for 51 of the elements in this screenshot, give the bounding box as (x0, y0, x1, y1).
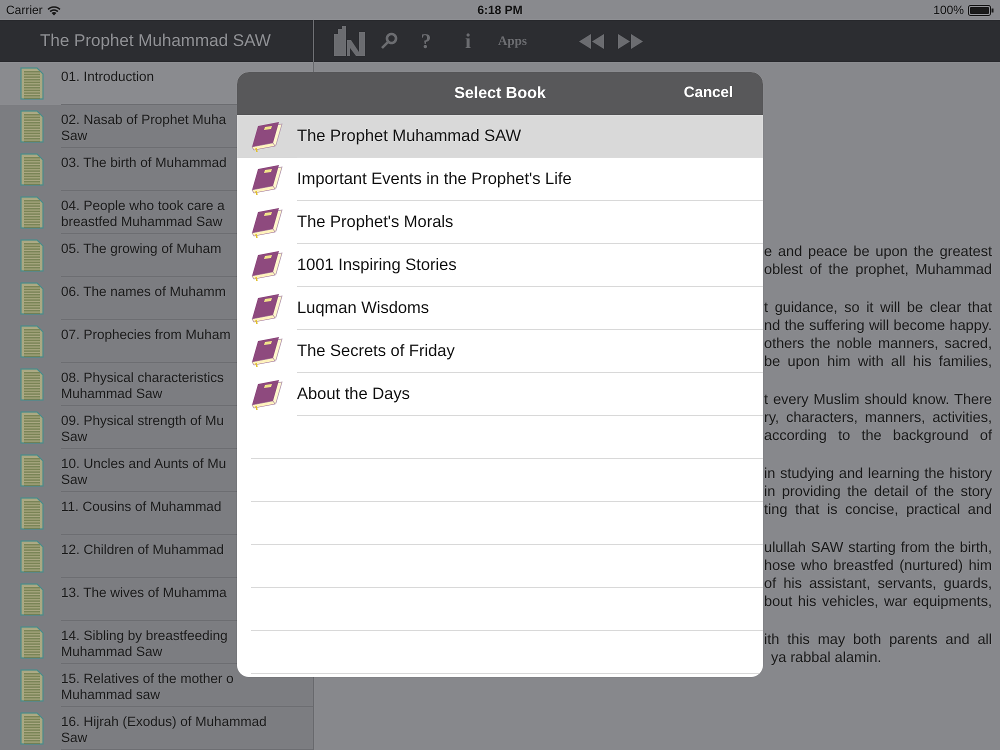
article-paragraph: t guidance, so it will be clear that nd the suffering will become happy. others the noble manners, sacred, be upon him with all his families, (764, 298, 992, 372)
fast-forward-button[interactable] (618, 34, 643, 48)
document-icon (20, 153, 44, 186)
cancel-button[interactable]: Cancel (684, 84, 733, 101)
library-button[interactable] (334, 26, 366, 56)
search-button[interactable] (380, 32, 398, 50)
document-icon (20, 540, 44, 573)
document-icon (20, 67, 44, 100)
article-paragraph: t every Muslim should know. There ry, characters, manners, activities, according to the background of (764, 390, 992, 446)
book-icon (251, 380, 283, 410)
document-icon (20, 196, 44, 229)
rewind-button[interactable] (578, 34, 604, 48)
book-item[interactable]: The Prophet Muhammad SAW (237, 115, 763, 158)
document-icon (20, 712, 44, 745)
document-icon (20, 497, 44, 530)
carrier-label: Carrier (6, 3, 43, 17)
document-icon (20, 411, 44, 444)
fast-forward-icon (618, 34, 643, 48)
buildings-icon (334, 26, 366, 56)
chapter-item[interactable]: 16. Hijrah (Exodus) of Muhammad Saw (0, 707, 313, 750)
article-paragraph: ith this may both parents and all ya rabbal alamin. (764, 630, 992, 668)
chapter-title: 16. Hijrah (Exodus) of Muhammad Saw (61, 707, 313, 750)
sidebar-title: The Prophet Muhammad SAW (40, 31, 271, 51)
book-icon (251, 164, 283, 194)
article-paragraph: ulullah SAW starting from the birth, hose who breastfed (nurtured) him of his assistant, servants, guards, bout his vehicles, war equipments, (764, 538, 992, 612)
battery-icon (968, 4, 994, 16)
document-icon (20, 669, 44, 702)
document-icon (20, 239, 44, 272)
book-icon (251, 336, 283, 366)
document-icon (20, 368, 44, 401)
search-icon (380, 32, 398, 50)
toolbar-button[interactable]: ? (412, 28, 440, 54)
dialog-title: Select Book (454, 84, 546, 102)
document-icon (20, 282, 44, 315)
document-icon (20, 626, 44, 659)
book-icon (251, 208, 283, 238)
book-icon (251, 294, 283, 324)
clock-time: 6:18 PM (477, 3, 523, 17)
rewind-icon (578, 34, 604, 48)
apps-button[interactable]: Apps (498, 33, 527, 49)
article-paragraph: in studying and learning the history in providing the detail of the story ting that is concise, practical and (764, 464, 992, 520)
battery-percent: 100% (933, 3, 964, 17)
document-icon (20, 454, 44, 487)
document-icon (20, 110, 44, 143)
book-icon (251, 250, 283, 280)
document-icon (20, 583, 44, 616)
book-icon (251, 122, 283, 152)
wifi-icon (46, 4, 61, 16)
article-paragraph: e and peace be upon the greatest oblest of the prophet, Muhammad (764, 243, 992, 280)
toolbar-button[interactable]: i (454, 28, 482, 54)
document-icon (20, 325, 44, 358)
